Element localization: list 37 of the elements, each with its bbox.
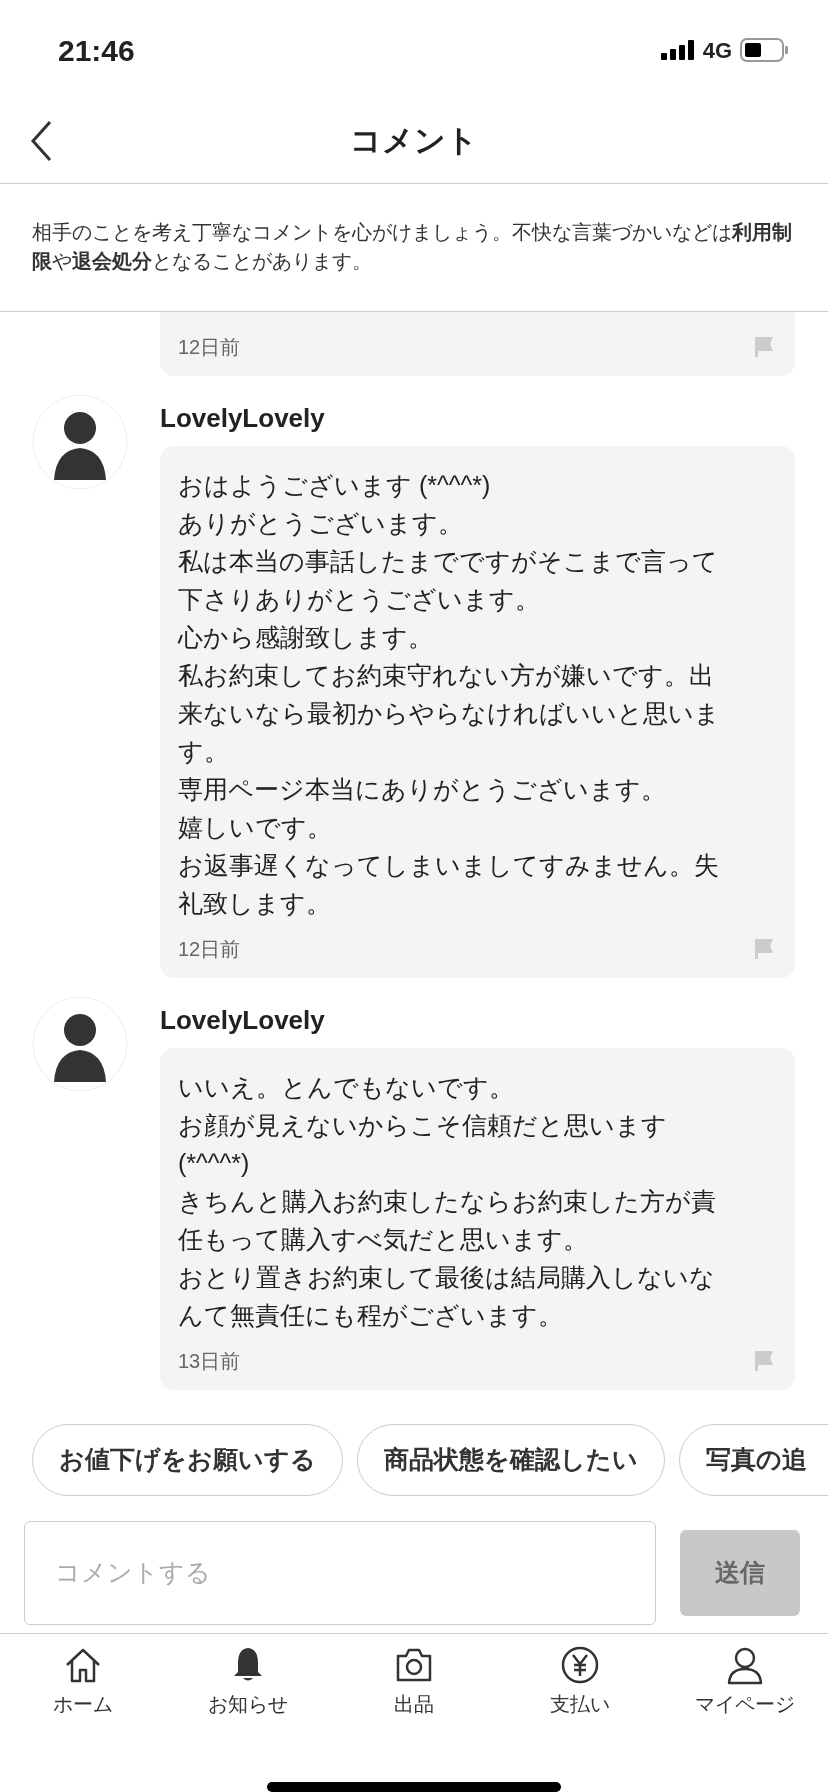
network-label: 4G [702,36,732,65]
signal-icon [660,40,695,60]
user-name[interactable]: LovelyLovely [160,1004,795,1036]
tab-bar-item[interactable]: 出品 [331,1644,497,1720]
comment-text: おはようございます (*^^^*) [178,470,492,501]
comment-time: 12日前 [178,937,241,962]
flag-icon[interactable] [753,937,775,961]
comment-text: 心から感謝致します。 [178,622,434,653]
comment-text: お返事遅くなってしまいましてすみません。失礼致します。 [178,850,720,919]
tab-bar-item[interactable]: 支払い [496,1644,663,1720]
comment-text: お顔が見えないからこそ信頼だと思います(*^^^*) [178,1110,668,1179]
comment-input[interactable]: コメントする [24,1520,656,1625]
notice-text: 相手のことを考え丁寧なコメントを心がけましょう。不快な言葉づかいなどは利用制限や退会処分となることがあります。 [32,220,793,274]
flag-icon[interactable] [753,1349,775,1373]
comment-text: いいえ。とんでもないです。 [178,1072,515,1103]
quick-reply-chip[interactable]: 商品状態を確認したい [357,1424,665,1496]
quick-reply-chip[interactable]: お値下げをお願いする [32,1424,343,1496]
comment-time: 13日前 [178,1349,241,1374]
comment-text: ありがとうございます。 [178,508,464,539]
tab-bar-item[interactable]: お知らせ [165,1644,332,1720]
tab-bar-item[interactable]: ホーム [0,1644,166,1720]
flag-icon[interactable] [753,335,775,359]
quick-reply-chip[interactable]: 写真の追 [679,1424,828,1496]
comment-text: きちんと購入お約束したならお約束した方が責任もって購入すべ気だと思います。 [178,1186,717,1255]
status-time: 21:46 [58,32,135,69]
comment-text: 私は本当の事話したまでですがそこまで言って下さりありがとうございます。 [178,546,719,615]
comment-time: 12日前 [178,335,241,360]
yen-icon [559,1645,600,1685]
comment-text: 嬉しいです。 [178,812,333,843]
back-icon[interactable] [30,120,54,162]
comment-text: おとり置きお約束して最後は結局購入しないなんて無責任にも程がございます。 [178,1262,716,1331]
tab-bar-item[interactable]: マイページ [662,1644,828,1720]
comment-text: 専用ページ本当にありがとうございます。 [178,774,667,805]
comment-text: 私お約束してお約束守れない方が嫌いです。出来ないなら最初からやらなければいいと思います。 [178,660,721,767]
user-name[interactable]: LovelyLovely [160,402,795,434]
battery-icon [740,38,788,62]
page-title: コメント [350,122,478,161]
